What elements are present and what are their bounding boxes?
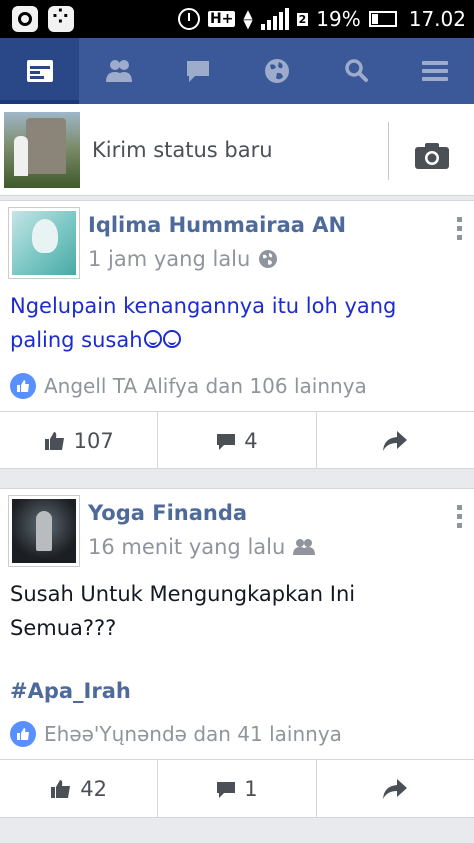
likes-summary[interactable]: Angell TA Alifya dan 106 lainnya [10, 373, 367, 399]
likes-summary[interactable]: Ehəə'Yųnəndə dan 41 lainnya [10, 721, 342, 747]
camera-icon [415, 143, 449, 169]
divider [388, 122, 389, 180]
status-composer: Kirim status baru [0, 104, 474, 196]
clock: 17.02 [408, 7, 466, 31]
sim-indicator: 2 [296, 12, 309, 26]
avatar[interactable] [8, 495, 80, 567]
post-time: 1 jam yang lalu [88, 247, 251, 271]
feed-post: Yoga Finanda 16 menit yang lalu Susah Un… [0, 488, 474, 818]
friends-icon [105, 60, 132, 82]
share-icon [383, 430, 408, 451]
comment-count: 1 [244, 776, 258, 801]
messages-icon [186, 61, 209, 82]
tab-menu[interactable] [395, 38, 474, 104]
data-arrows-icon: ▲ ▼ [243, 7, 253, 31]
tab-news-feed[interactable] [0, 38, 79, 104]
notifications-globe-icon [264, 59, 289, 83]
likes-summary-text: Angell TA Alifya dan 106 lainnya [44, 374, 367, 398]
post-text: Susah Untuk Mengungkapkan Ini Semua??? [10, 582, 356, 640]
comment-button[interactable]: 4 [158, 412, 317, 469]
post-options-button[interactable] [454, 505, 464, 528]
hashtag-link[interactable]: #Apa_Irah [10, 679, 131, 703]
comment-icon [217, 433, 236, 450]
post-author[interactable]: Iqlima Hummairaa AN [88, 213, 346, 237]
post-actions: 107 4 [0, 411, 474, 469]
like-button[interactable]: 107 [0, 412, 159, 469]
app-notification-icon [12, 6, 38, 32]
emoji-icon [143, 330, 162, 348]
tab-messages[interactable] [158, 38, 237, 104]
status-bar: H+ ▲▼ 2 19% 17.02 [0, 0, 474, 38]
thumbs-up-icon [51, 779, 71, 798]
like-bubble-icon [10, 721, 36, 747]
alarm-icon [177, 8, 200, 30]
like-button[interactable]: 42 [0, 760, 159, 817]
comment-count: 4 [244, 428, 258, 453]
top-navigation [0, 38, 474, 104]
thumbs-up-icon [44, 431, 64, 450]
tab-notifications[interactable] [237, 38, 316, 104]
share-button[interactable] [317, 412, 474, 469]
share-button[interactable] [317, 760, 474, 817]
menu-icon [421, 61, 448, 81]
tab-friends[interactable] [79, 38, 158, 104]
post-actions: 42 1 [0, 759, 474, 817]
avatar[interactable] [4, 112, 80, 188]
post-timestamp: 1 jam yang lalu [88, 247, 278, 271]
emoji-icon [162, 330, 181, 348]
post-author[interactable]: Yoga Finanda [88, 501, 247, 525]
post-time: 16 menit yang lalu [88, 535, 286, 559]
bbm-icon [48, 4, 74, 32]
like-count: 107 [73, 428, 114, 453]
feed-post: Iqlima Hummairaa AN 1 jam yang lalu Ngel… [0, 200, 474, 469]
battery-percent: 19% [316, 7, 361, 31]
friends-icon [293, 539, 316, 555]
battery-icon [368, 11, 397, 27]
like-bubble-icon [10, 373, 36, 399]
comment-button[interactable]: 1 [158, 760, 317, 817]
avatar[interactable] [8, 207, 80, 279]
share-icon [383, 778, 408, 799]
post-timestamp: 16 menit yang lalu [88, 535, 316, 559]
network-type: H+ [207, 11, 236, 27]
tab-search[interactable] [316, 38, 395, 104]
globe-icon [259, 250, 278, 268]
status-input[interactable]: Kirim status baru [92, 138, 273, 162]
signal-icon [260, 8, 289, 30]
news-feed-icon [26, 60, 53, 82]
likes-summary-text: Ehəə'Yųnəndə dan 41 lainnya [44, 722, 342, 746]
comment-icon [217, 781, 236, 798]
like-count: 42 [80, 776, 108, 801]
post-options-button[interactable] [454, 217, 464, 240]
post-text: Ngelupain kenangannya itu loh yang palin… [10, 294, 397, 352]
search-icon [344, 59, 368, 82]
camera-button[interactable] [414, 142, 450, 174]
